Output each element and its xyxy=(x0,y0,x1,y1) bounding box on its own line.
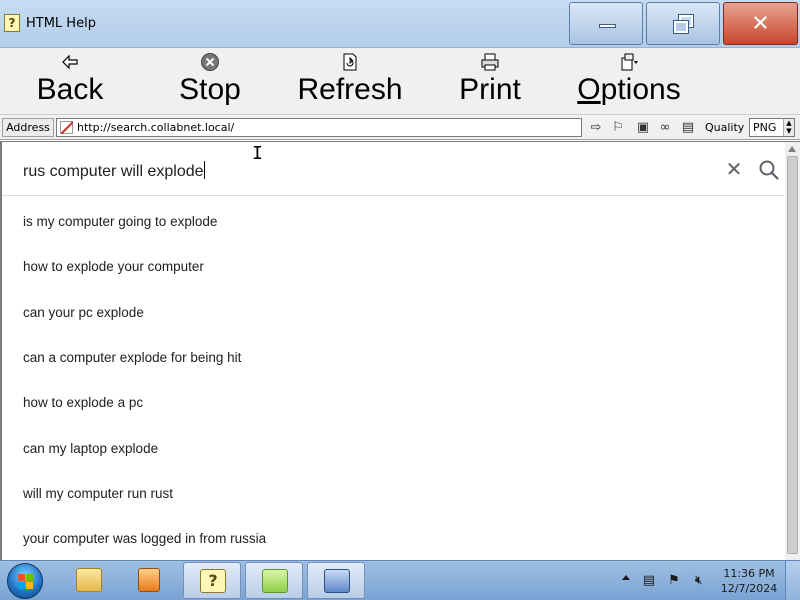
scroll-up-icon[interactable] xyxy=(788,146,796,152)
taskbar-html-help[interactable]: ? xyxy=(183,562,241,599)
spinner-arrows-icon[interactable]: ▲ ▼ xyxy=(783,119,794,136)
ibeam-cursor-icon: I xyxy=(252,143,263,164)
suggestion-item[interactable]: can my laptop explode xyxy=(23,441,158,456)
quality-value: PNG xyxy=(753,121,777,134)
clock-time: 11:36 PM xyxy=(723,567,775,580)
address-label: Address xyxy=(2,118,54,137)
close-icon: ✕ xyxy=(751,11,770,36)
network-computer-icon xyxy=(324,569,350,593)
stop-button[interactable]: Stop xyxy=(172,52,248,110)
start-button[interactable] xyxy=(7,563,43,599)
page-content: rus computer will explode ✕ I is my comp… xyxy=(0,141,800,561)
show-hidden-icons-icon[interactable] xyxy=(622,575,630,580)
suggestion-item[interactable]: can your pc explode xyxy=(23,305,144,320)
quality-select[interactable]: PNG ▲ ▼ xyxy=(749,118,795,137)
image-view-icon[interactable]: ▣ xyxy=(634,119,652,136)
vertical-scrollbar[interactable] xyxy=(785,142,800,561)
toolbar: Back Stop Refresh Print Options xyxy=(0,48,800,114)
scrollbar-thumb[interactable] xyxy=(787,156,798,554)
restore-button[interactable] xyxy=(646,2,720,45)
close-window-button[interactable]: ✕ xyxy=(723,2,798,45)
suggestion-item[interactable]: can a computer explode for being hit xyxy=(23,350,241,365)
binoculars-icon[interactable]: ∞ xyxy=(656,119,674,136)
help-app-icon: ? xyxy=(4,14,20,32)
suggestion-item[interactable]: your computer was logged in from russia xyxy=(23,531,266,546)
media-player-icon xyxy=(138,568,160,592)
go-arrow-icon[interactable]: ⇨ xyxy=(587,119,605,136)
taskbar-explorer[interactable] xyxy=(60,562,118,599)
suggestion-item[interactable]: how to explode a pc xyxy=(23,395,143,410)
back-label: Back xyxy=(36,73,104,106)
green-app-icon xyxy=(262,569,288,593)
window-title: HTML Help xyxy=(26,16,96,31)
quality-label: Quality xyxy=(705,121,745,134)
minimize-icon xyxy=(599,24,616,28)
bookmark-icon[interactable]: ⚐ xyxy=(609,119,627,136)
options-icon xyxy=(621,53,638,71)
stop-label: Stop xyxy=(179,73,241,106)
print-label: Print xyxy=(459,73,521,106)
help-icon: ? xyxy=(200,569,226,593)
refresh-icon xyxy=(343,53,357,71)
printer-icon xyxy=(481,53,499,71)
address-url: http://search.collabnet.local/ xyxy=(77,121,235,134)
blocked-page-icon xyxy=(60,121,73,134)
refresh-button[interactable]: Refresh xyxy=(292,52,408,110)
options-button[interactable]: Options xyxy=(570,52,688,110)
taskbar-clock[interactable]: 11:36 PM 12/7/2024 xyxy=(716,566,782,596)
clear-search-icon[interactable]: ✕ xyxy=(723,158,745,180)
volume-muted-icon[interactable]: 🔇︎ xyxy=(691,573,707,589)
taskbar-app-green[interactable] xyxy=(245,562,303,599)
text-caret xyxy=(203,161,205,179)
minimize-button[interactable] xyxy=(569,2,643,45)
clock-date: 12/7/2024 xyxy=(720,582,778,595)
suggestion-item[interactable]: will my computer run rust xyxy=(23,486,173,501)
taskbar-media-player[interactable] xyxy=(120,562,178,599)
action-center-flag-icon[interactable]: ⚑ xyxy=(666,573,682,589)
back-arrow-icon xyxy=(62,54,78,70)
folder-icon xyxy=(76,568,102,592)
options-label: Options xyxy=(577,73,681,106)
network-icon[interactable]: ▤ xyxy=(641,573,657,589)
taskbar: ? ▤ ⚑ 🔇︎ 11:36 PM 12/7/2024 xyxy=(0,560,800,600)
windows-logo-icon xyxy=(18,574,34,590)
taskbar-remote-desktop[interactable] xyxy=(307,562,365,599)
search-box[interactable]: rus computer will explode ✕ xyxy=(2,142,784,196)
window-titlebar: ? HTML Help ✕ xyxy=(0,0,800,48)
clipboard-icon[interactable]: ▤ xyxy=(679,119,697,136)
show-desktop-button[interactable] xyxy=(785,561,800,600)
refresh-label: Refresh xyxy=(297,73,403,106)
address-bar: Address http://search.collabnet.local/ ⇨… xyxy=(0,114,800,140)
stop-icon xyxy=(201,53,219,71)
search-icon[interactable] xyxy=(758,159,780,181)
search-input[interactable]: rus computer will explode xyxy=(23,161,205,181)
suggestion-item[interactable]: is my computer going to explode xyxy=(23,214,217,229)
suggestion-item[interactable]: how to explode your computer xyxy=(23,259,204,274)
print-button[interactable]: Print xyxy=(453,52,527,110)
back-button[interactable]: Back xyxy=(30,52,110,110)
address-input[interactable]: http://search.collabnet.local/ xyxy=(56,118,582,137)
